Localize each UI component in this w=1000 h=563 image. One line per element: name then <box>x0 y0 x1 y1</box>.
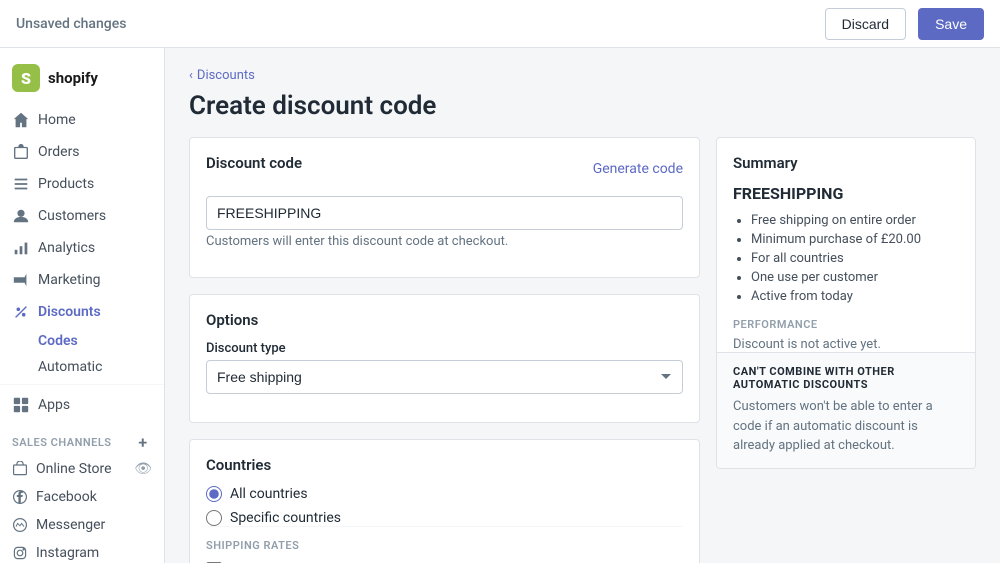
cant-combine-text: Customers won't be able to enter a code … <box>733 397 959 456</box>
facebook-icon <box>12 489 28 505</box>
all-countries-label: All countries <box>230 486 308 502</box>
discount-code-title: Discount code <box>206 154 302 172</box>
online-store-icon <box>12 461 28 477</box>
page-title: Create discount code <box>189 91 976 121</box>
sidebar-label-customers: Customers <box>38 208 106 224</box>
sidebar-label-analytics: Analytics <box>38 240 95 256</box>
channel-facebook-label: Facebook <box>36 489 97 505</box>
options-title: Options <box>206 311 683 329</box>
marketing-icon <box>12 271 30 289</box>
discount-code-card: Discount code Generate code Customers wi… <box>189 137 700 278</box>
sidebar-label-home: Home <box>38 112 76 128</box>
orders-icon <box>12 143 30 161</box>
sidebar-label-products: Products <box>38 176 94 192</box>
main-content: ‹ Discounts Create discount code Discoun… <box>165 48 1000 563</box>
summary-bullet-3: One use per customer <box>751 270 959 285</box>
discount-code-input-group: Customers will enter this discount code … <box>206 196 683 249</box>
breadcrumb-label: Discounts <box>197 68 255 83</box>
sidebar-item-discounts[interactable]: Discounts <box>0 296 164 328</box>
customers-icon <box>12 207 30 225</box>
sidebar-label-marketing: Marketing <box>38 272 101 288</box>
specific-countries-option[interactable]: Specific countries <box>206 510 683 526</box>
content-grid: Discount code Generate code Customers wi… <box>189 137 976 563</box>
discount-type-group: Discount type Percentage Fixed amount Fr… <box>206 341 683 394</box>
discount-type-label: Discount type <box>206 341 683 356</box>
summary-code: FREESHIPPING <box>733 184 959 203</box>
options-card: Options Discount type Percentage Fixed a… <box>189 294 700 423</box>
sidebar-item-apps[interactable]: Apps <box>0 389 164 421</box>
instagram-icon <box>12 545 28 561</box>
sidebar-label-orders: Orders <box>38 144 80 160</box>
messenger-icon <box>12 517 28 533</box>
unsaved-status: Unsaved changes <box>16 16 813 32</box>
sidebar-item-home[interactable]: Home <box>0 104 164 136</box>
sidebar: S shopify Home Orders Products Custom <box>0 48 165 563</box>
discount-code-header: Discount code Generate code <box>206 154 683 184</box>
sidebar-sub-codes[interactable]: Codes <box>0 328 164 354</box>
summary-bullet-2: For all countries <box>751 251 959 266</box>
sidebar-item-orders[interactable]: Orders <box>0 136 164 168</box>
performance-text: Discount is not active yet. <box>733 337 959 352</box>
channel-facebook[interactable]: Facebook <box>0 483 164 511</box>
sidebar-logo: S shopify <box>0 56 164 104</box>
summary-bullet-4: Active from today <box>751 289 959 304</box>
summary-card: Summary FREESHIPPING Free shipping on en… <box>716 137 976 469</box>
all-countries-radio[interactable] <box>206 486 222 502</box>
discounts-icon <box>12 303 30 321</box>
breadcrumb[interactable]: ‹ Discounts <box>189 68 976 83</box>
channel-messenger-label: Messenger <box>36 517 105 533</box>
specific-countries-radio[interactable] <box>206 510 222 526</box>
performance-label: PERFORMANCE <box>733 318 959 331</box>
sidebar-item-analytics[interactable]: Analytics <box>0 232 164 264</box>
cant-combine-box: CAN'T COMBINE WITH OTHER AUTOMATIC DISCO… <box>717 352 975 468</box>
cant-combine-title: CAN'T COMBINE WITH OTHER AUTOMATIC DISCO… <box>733 365 959 391</box>
countries-radio-group: All countries Specific countries <box>206 486 683 526</box>
channel-instagram-label: Instagram <box>36 545 99 561</box>
generate-code-link[interactable]: Generate code <box>593 161 683 177</box>
sidebar-label-discounts: Discounts <box>38 304 101 320</box>
main-inner: ‹ Discounts Create discount code Discoun… <box>165 48 1000 563</box>
products-icon <box>12 175 30 193</box>
summary-bullet-1: Minimum purchase of £20.00 <box>751 232 959 247</box>
apps-icon <box>12 396 30 414</box>
save-button[interactable]: Save <box>918 8 984 40</box>
countries-title: Countries <box>206 456 683 474</box>
shopify-logo-icon: S <box>12 64 40 92</box>
content-main: Discount code Generate code Customers wi… <box>189 137 700 563</box>
summary-sidebar: Summary FREESHIPPING Free shipping on en… <box>716 137 976 563</box>
summary-bullet-0: Free shipping on entire order <box>751 213 959 228</box>
channel-online-store-label: Online Store <box>36 461 112 477</box>
sidebar-item-products[interactable]: Products <box>0 168 164 200</box>
discount-code-hint: Customers will enter this discount code … <box>206 234 683 249</box>
discard-button[interactable]: Discard <box>825 8 906 40</box>
discount-type-select[interactable]: Percentage Fixed amount Free shipping Bu… <box>206 360 683 394</box>
add-channel-button[interactable]: + <box>134 433 152 451</box>
sidebar-item-customers[interactable]: Customers <box>0 200 164 232</box>
specific-countries-label: Specific countries <box>230 510 341 526</box>
channel-messenger[interactable]: Messenger <box>0 511 164 539</box>
sales-channels-header: SALES CHANNELS + <box>0 421 164 455</box>
layout: S shopify Home Orders Products Custom <box>0 48 1000 563</box>
countries-card: Countries All countries Specific countri… <box>189 439 700 563</box>
breadcrumb-arrow: ‹ <box>189 68 193 83</box>
sidebar-sub-label-codes: Codes <box>38 333 78 349</box>
summary-list: Free shipping on entire order Minimum pu… <box>733 213 959 304</box>
topbar: Unsaved changes Discard Save <box>0 0 1000 48</box>
discount-code-input[interactable] <box>206 196 683 230</box>
sidebar-sub-automatic[interactable]: Automatic <box>0 354 164 380</box>
sidebar-logo-text: shopify <box>48 69 98 87</box>
sales-channels-label: SALES CHANNELS <box>12 436 112 449</box>
sidebar-sub-label-automatic: Automatic <box>38 359 102 375</box>
sidebar-label-apps: Apps <box>38 397 70 413</box>
channel-instagram[interactable]: Instagram <box>0 539 164 563</box>
home-icon <box>12 111 30 129</box>
sidebar-item-marketing[interactable]: Marketing <box>0 264 164 296</box>
online-store-visibility-icon[interactable]: 👁 <box>134 461 152 477</box>
summary-title: Summary <box>733 154 959 172</box>
analytics-icon <box>12 239 30 257</box>
shipping-rates-label: SHIPPING RATES <box>206 526 683 552</box>
channel-online-store[interactable]: Online Store 👁 <box>0 455 164 483</box>
all-countries-option[interactable]: All countries <box>206 486 683 502</box>
